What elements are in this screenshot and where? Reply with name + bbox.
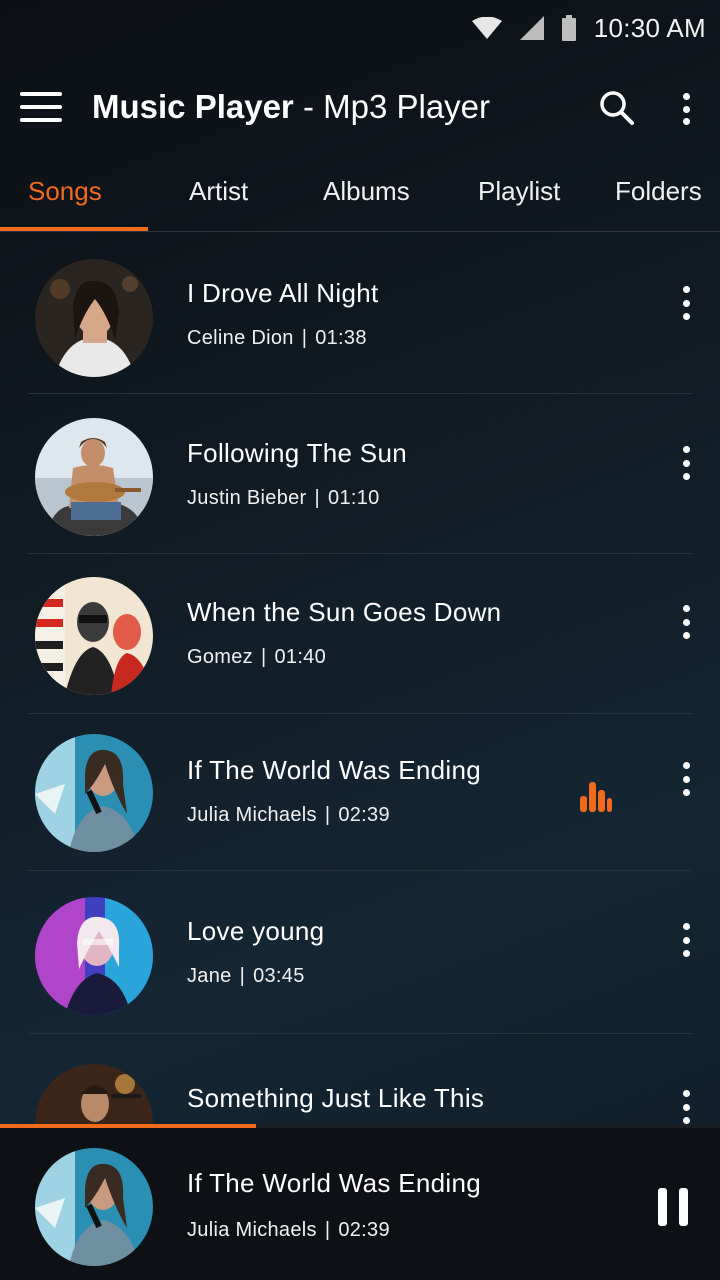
album-art: [35, 577, 153, 695]
song-title: Something Just Like This: [187, 1083, 485, 1113]
now-playing-duration: 02:39: [338, 1219, 390, 1241]
meta-separator: |: [239, 965, 246, 987]
song-artist: Gomez: [187, 646, 253, 668]
now-playing-art: [35, 1148, 153, 1266]
album-art: [35, 259, 153, 377]
status-time: 10:30 AM: [593, 12, 706, 43]
song-title: I Drove All Night: [187, 278, 379, 308]
song-row[interactable]: Following The Sun Justin Bieber | 01:10: [0, 394, 720, 554]
app-title-bold: Music Player: [92, 88, 294, 125]
song-more-icon[interactable]: [676, 923, 696, 957]
progress-track[interactable]: [0, 1124, 720, 1128]
tab-artist[interactable]: Artist: [189, 176, 248, 207]
song-title: If The World Was Ending: [187, 755, 481, 785]
menu-icon[interactable]: [20, 92, 62, 126]
tab-bar: Songs Artist Albums Playlist Folders: [0, 152, 720, 232]
battery-icon: [561, 15, 576, 41]
song-artist: Justin Bieber: [187, 487, 307, 509]
song-meta: Julia Michaels | 02:39: [187, 804, 390, 827]
progress-fill: [0, 1124, 256, 1128]
meta-separator: |: [324, 1219, 331, 1241]
wifi-icon: [471, 17, 502, 39]
tab-songs[interactable]: Songs: [28, 176, 102, 207]
now-playing-artist: Julia Michaels: [187, 1219, 317, 1241]
song-list: I Drove All Night Celine Dion | 01:38 Foll…: [0, 234, 720, 1124]
status-bar: 10:30 AM: [0, 0, 720, 56]
meta-separator: |: [314, 487, 321, 509]
song-duration: 01:40: [274, 646, 327, 668]
now-playing-meta: Julia Michaels | 02:39: [187, 1219, 390, 1242]
mini-player[interactable]: If The World Was Ending Julia Michaels | 0…: [0, 1124, 720, 1280]
app-bar: Music Player - Mp3 Player: [0, 64, 720, 154]
tab-albums[interactable]: Albums: [323, 176, 410, 207]
tab-folders[interactable]: Folders: [615, 176, 702, 207]
song-meta: Justin Bieber | 01:10: [187, 487, 380, 510]
album-art: [35, 897, 153, 1015]
equalizer-icon: [580, 782, 612, 812]
song-more-icon[interactable]: [676, 1090, 696, 1124]
song-duration: 02:39: [338, 804, 390, 826]
pause-icon[interactable]: [656, 1188, 690, 1226]
song-duration: 03:45: [253, 965, 305, 987]
song-meta: Celine Dion | 01:38: [187, 327, 367, 350]
signal-icon: [519, 16, 544, 40]
song-duration: 01:10: [328, 487, 380, 509]
song-meta: Gomez | 01:40: [187, 646, 326, 669]
song-more-icon[interactable]: [676, 762, 696, 796]
search-icon[interactable]: [598, 89, 636, 127]
song-row[interactable]: Something Just Like This: [0, 1034, 720, 1124]
song-row[interactable]: When the Sun Goes Down Gomez | 01:40: [0, 554, 720, 714]
song-meta: Jane | 03:45: [187, 965, 305, 988]
song-artist: Celine Dion: [187, 327, 294, 349]
album-art: [35, 1064, 153, 1124]
now-playing-title: If The World Was Ending: [187, 1168, 481, 1198]
tab-playlist[interactable]: Playlist: [478, 176, 560, 207]
meta-separator: |: [324, 804, 331, 826]
meta-separator: |: [301, 327, 308, 349]
song-row[interactable]: Love young Jane | 03:45: [0, 871, 720, 1034]
album-art: [35, 418, 153, 536]
song-title: Following The Sun: [187, 438, 407, 468]
app-title: Music Player - Mp3 Player: [92, 88, 490, 126]
song-title: Love young: [187, 916, 325, 946]
song-artist: Jane: [187, 965, 232, 987]
more-vert-icon[interactable]: [670, 89, 702, 129]
active-tab-indicator: [0, 227, 148, 231]
song-more-icon[interactable]: [676, 446, 696, 480]
song-duration: 01:38: [315, 327, 367, 349]
song-more-icon[interactable]: [676, 605, 696, 639]
song-artist: Julia Michaels: [187, 804, 317, 826]
song-more-icon[interactable]: [676, 286, 696, 320]
meta-separator: |: [260, 646, 267, 668]
song-row[interactable]: I Drove All Night Celine Dion | 01:38: [0, 234, 720, 394]
app-title-rest: - Mp3 Player: [293, 88, 491, 125]
song-title: When the Sun Goes Down: [187, 597, 502, 627]
song-row[interactable]: If The World Was Ending Julia Michaels | 0…: [0, 714, 720, 871]
album-art: [35, 734, 153, 852]
